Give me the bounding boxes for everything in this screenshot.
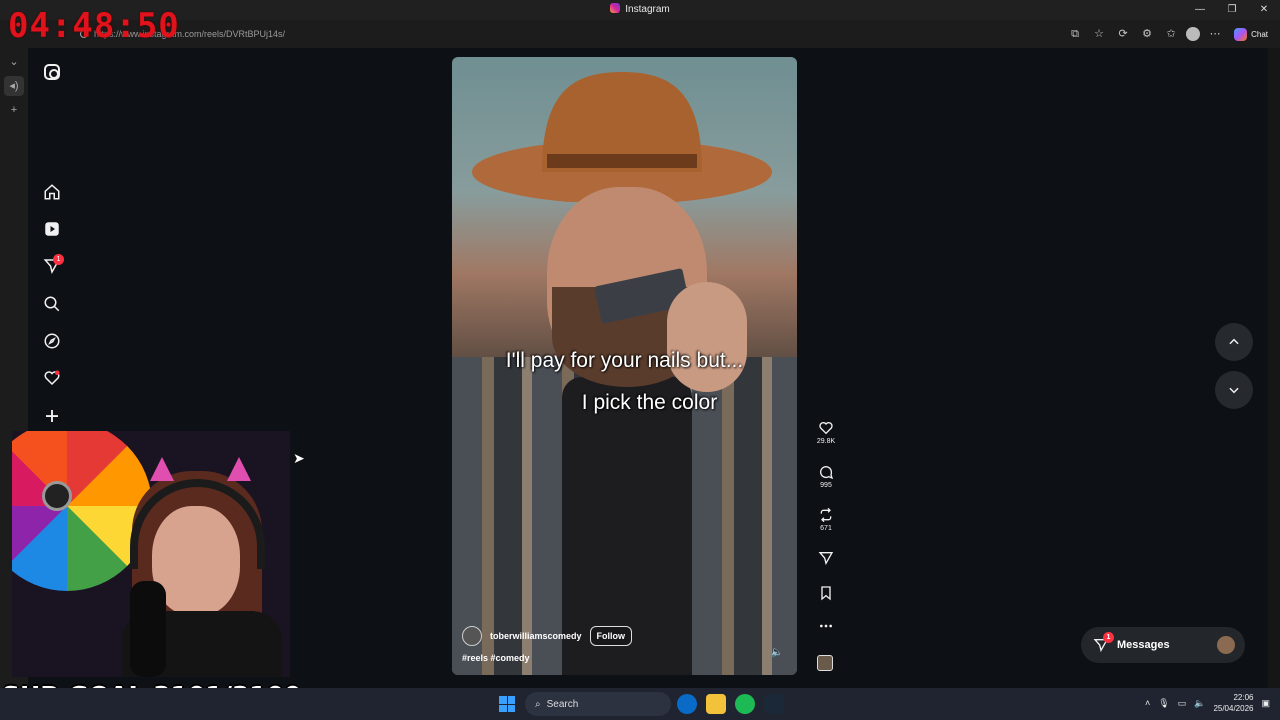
reel-caption-line1: I'll pay for your nails but... bbox=[505, 349, 744, 372]
like-button[interactable]: 29.8K bbox=[812, 420, 840, 445]
comment-count: 995 bbox=[820, 482, 832, 489]
edge-browser-icon[interactable] bbox=[677, 694, 697, 714]
messages-badge: 1 bbox=[53, 254, 64, 265]
close-button[interactable]: ✕ bbox=[1248, 0, 1280, 20]
reel-author-row: toberwilliamscomedy Follow bbox=[462, 626, 633, 646]
create-icon[interactable] bbox=[40, 404, 64, 428]
search-icon: ⌕ bbox=[535, 698, 541, 710]
network-icon[interactable]: ▭ bbox=[1178, 698, 1187, 709]
messages-pill-icon: 1 bbox=[1093, 632, 1114, 653]
webcam-overlay bbox=[12, 431, 290, 677]
notifications-icon[interactable] bbox=[40, 366, 64, 390]
maximize-button[interactable]: ❐ bbox=[1216, 0, 1248, 20]
next-reel-button[interactable] bbox=[1215, 371, 1253, 409]
refresh-extension-icon[interactable]: ⟳ bbox=[1114, 25, 1132, 43]
split-screen-icon[interactable]: ⧉ bbox=[1066, 25, 1084, 43]
explore-icon[interactable] bbox=[40, 329, 64, 353]
tray-chevron-icon[interactable]: ˄ bbox=[1145, 698, 1150, 708]
cat-ear-right bbox=[227, 457, 251, 481]
microphone-icon[interactable]: 🎙 bbox=[1158, 698, 1169, 709]
reel-caption-line2: I pick the color bbox=[581, 391, 718, 414]
mouse-cursor-icon: ➤ bbox=[293, 450, 305, 466]
microphone bbox=[130, 581, 166, 677]
messages-pill-badge: 1 bbox=[1103, 632, 1114, 643]
spotify-icon[interactable] bbox=[735, 694, 755, 714]
like-count: 29.8K bbox=[816, 438, 836, 445]
profile-avatar[interactable] bbox=[1186, 27, 1201, 41]
browser-toolbar: ⧉ ☆ ⟳ ⚙ ✩ ⋯ Chat bbox=[1066, 25, 1272, 43]
steam-icon[interactable] bbox=[764, 694, 784, 714]
cat-ear-left bbox=[150, 457, 174, 481]
chevron-down-icon[interactable]: ⌄ bbox=[4, 52, 24, 72]
window-titlebar: Instagram — ❐ ✕ bbox=[0, 0, 1280, 20]
repost-icon bbox=[820, 507, 832, 523]
instagram-logo-icon[interactable] bbox=[44, 64, 60, 80]
file-explorer-icon[interactable] bbox=[706, 694, 726, 714]
messages-button[interactable]: 1 Messages bbox=[1081, 627, 1245, 663]
bookmark-icon bbox=[821, 586, 831, 601]
audio-thumbnail[interactable] bbox=[817, 655, 833, 671]
more-menu-icon[interactable]: ⋯ bbox=[1206, 25, 1224, 43]
save-button[interactable] bbox=[812, 585, 840, 601]
home-icon[interactable] bbox=[40, 180, 64, 204]
extensions-icon[interactable]: ⚙ bbox=[1138, 25, 1156, 43]
taskbar-search-placeholder: Search bbox=[546, 698, 579, 710]
system-tray: ˄ 🎙 ▭ 🔈 22:06 25/04/2026 ▣ bbox=[1145, 692, 1270, 714]
reel-video[interactable]: I'll pay for your nails but... I pick th… bbox=[452, 57, 797, 675]
follow-button[interactable]: Follow bbox=[589, 626, 633, 646]
window-controls: — ❐ ✕ bbox=[1184, 0, 1280, 20]
comment-icon bbox=[820, 466, 834, 480]
comment-button[interactable]: 995 bbox=[812, 464, 840, 489]
hat-shape bbox=[472, 72, 772, 202]
reel-hashtags[interactable]: #reels #comedy bbox=[462, 653, 530, 663]
mute-icon[interactable]: 🔈 bbox=[771, 647, 783, 658]
share-button[interactable] bbox=[812, 550, 840, 566]
copilot-chat-button[interactable]: Chat bbox=[1230, 27, 1272, 41]
chevron-down-icon bbox=[1229, 387, 1239, 394]
messages-icon[interactable]: 1 bbox=[40, 254, 64, 278]
more-dots-icon bbox=[820, 624, 832, 628]
notification-center-icon[interactable]: ▣ bbox=[1261, 698, 1270, 709]
clock-time: 22:06 bbox=[1233, 693, 1254, 702]
add-tab-icon[interactable]: + bbox=[4, 100, 24, 120]
address-bar-row: https://www.instagram.com/reels/DVRtBPUj… bbox=[0, 20, 1280, 48]
favorite-star-icon[interactable]: ☆ bbox=[1090, 25, 1108, 43]
clock-date: 25/04/2026 bbox=[1213, 704, 1254, 713]
author-avatar[interactable] bbox=[462, 626, 482, 646]
vertical-scrollbar[interactable] bbox=[1268, 48, 1280, 688]
more-options-button[interactable] bbox=[812, 618, 840, 634]
heart-icon bbox=[819, 422, 833, 435]
taskbar-search[interactable]: ⌕ Search bbox=[525, 692, 671, 716]
repost-button[interactable]: 671 bbox=[812, 507, 840, 532]
reels-icon[interactable] bbox=[40, 217, 64, 241]
minimize-button[interactable]: — bbox=[1184, 0, 1216, 20]
repost-count: 671 bbox=[820, 525, 832, 532]
messages-label: Messages bbox=[1117, 639, 1170, 651]
instagram-favicon-icon bbox=[610, 3, 621, 13]
window-title: Instagram bbox=[0, 3, 1280, 15]
windows-start-icon[interactable] bbox=[499, 696, 515, 712]
share-icon bbox=[818, 552, 834, 566]
clock[interactable]: 22:06 25/04/2026 bbox=[1213, 692, 1253, 714]
copilot-icon bbox=[1234, 27, 1248, 41]
stream-timer: 04:48:50 bbox=[8, 6, 180, 46]
prize-wheel-hub bbox=[42, 481, 72, 511]
author-name[interactable]: toberwilliamscomedy bbox=[490, 631, 582, 641]
messages-avatar bbox=[1217, 636, 1235, 654]
taskbar: ⌕ Search ˄ 🎙 ▭ 🔈 22:06 25/04/2026 ▣ bbox=[0, 688, 1280, 720]
chat-label: Chat bbox=[1251, 29, 1268, 39]
window-title-text: Instagram bbox=[625, 4, 670, 15]
previous-reel-button[interactable] bbox=[1215, 323, 1253, 361]
audio-tab-icon[interactable]: ◂) bbox=[4, 76, 24, 96]
volume-icon[interactable]: 🔈 bbox=[1194, 698, 1205, 709]
search-icon[interactable] bbox=[40, 292, 64, 316]
chevron-up-icon bbox=[1229, 338, 1239, 345]
hand-shape bbox=[667, 282, 747, 392]
favorites-icon[interactable]: ✩ bbox=[1162, 25, 1180, 43]
